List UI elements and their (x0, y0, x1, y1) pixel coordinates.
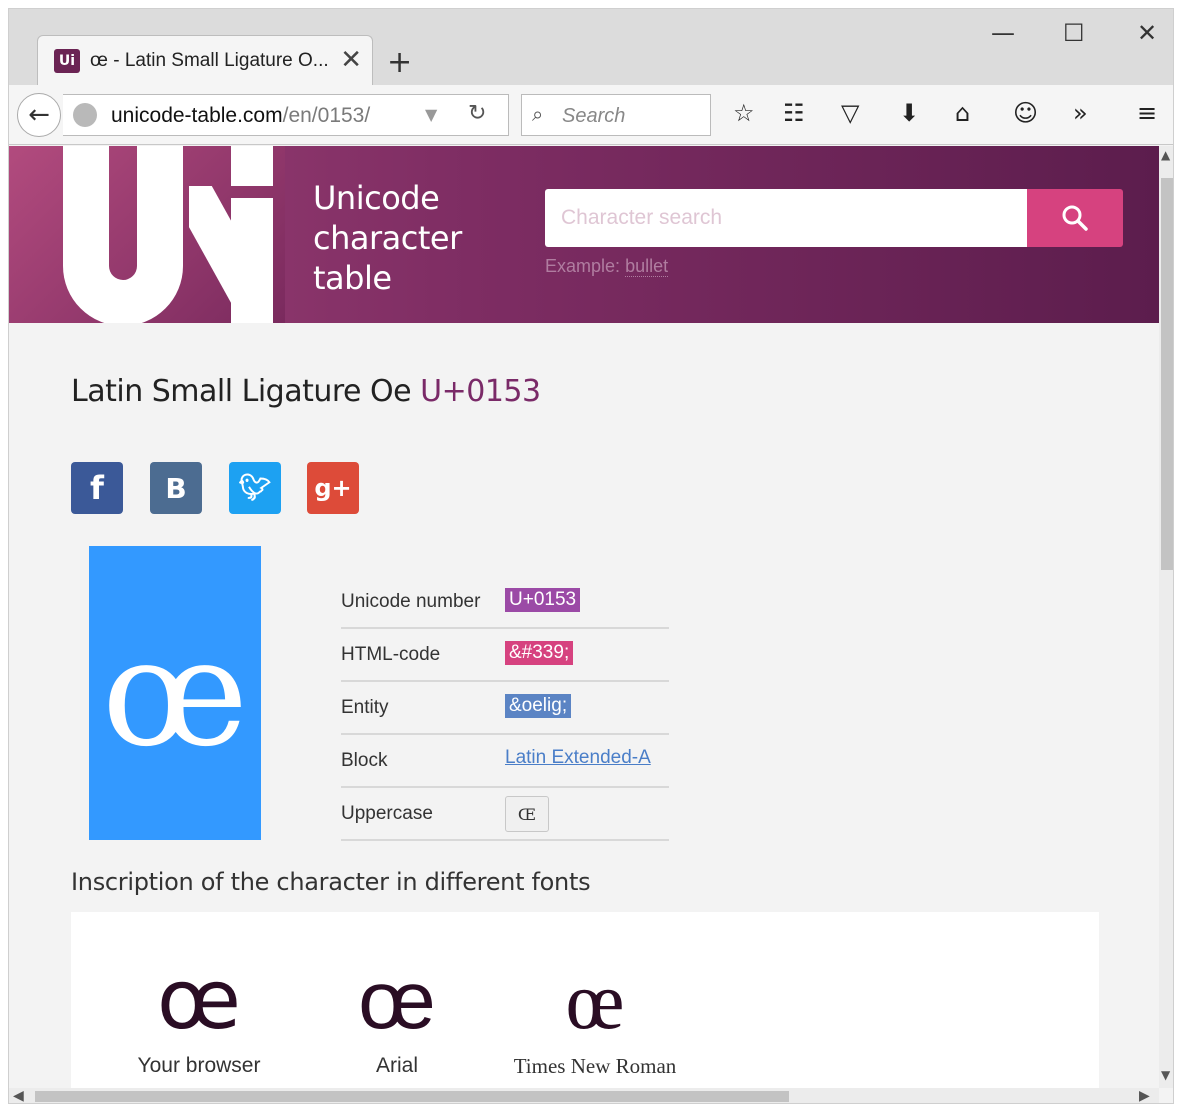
url-host: unicode-table.com (111, 104, 283, 127)
tab-strip: Ui œ - Latin Small Ligature O... ✕ + — ☐… (9, 9, 1173, 87)
scroll-down-icon[interactable]: ▼ (1161, 1068, 1170, 1082)
character-properties-table: Unicode number U+0153 HTML-code &#339; E… (341, 576, 669, 841)
site-header: Unicode character table Example: bullet (9, 146, 1159, 323)
html-code-value[interactable]: &#339; (505, 641, 574, 665)
character-code: U+0153 (420, 374, 541, 409)
example-link[interactable]: bullet (625, 256, 669, 277)
tab-title: œ - Latin Small Ligature O... (90, 50, 329, 71)
chat-icon[interactable]: ☺ (1013, 99, 1038, 127)
logo-u-shape (63, 146, 183, 323)
font-sample: œ Times New Roman (505, 958, 685, 1079)
fonts-panel: œ Your browser œ Arial œ Times New Roman (71, 912, 1099, 1088)
font-name: Times New Roman (513, 1054, 677, 1078)
browser-search-placeholder: Search (562, 105, 626, 127)
overflow-icon[interactable]: » (1073, 99, 1088, 127)
character-glyph: œ (101, 607, 249, 779)
url-dropdown-icon[interactable]: ▼ (425, 105, 437, 124)
character-preview: œ (89, 546, 261, 840)
font-glyph: œ (358, 955, 436, 1046)
site-logo[interactable] (9, 146, 285, 323)
download-icon[interactable]: ⬇ (899, 99, 919, 127)
unicode-number-value[interactable]: U+0153 (505, 588, 581, 612)
star-icon[interactable]: ☆ (733, 99, 755, 127)
active-tab[interactable]: Ui œ - Latin Small Ligature O... ✕ (37, 35, 373, 87)
close-tab-icon[interactable]: ✕ (340, 46, 362, 74)
browser-window: Ui œ - Latin Small Ligature O... ✕ + — ☐… (8, 8, 1174, 1104)
property-row: Unicode number U+0153 (341, 576, 669, 629)
pocket-icon[interactable]: ▽ (841, 99, 859, 127)
horizontal-scroll-thumb[interactable] (35, 1091, 789, 1102)
back-button[interactable]: ← (17, 93, 61, 137)
navigation-bar: ← unicode-table.com/en/0153/ ▼ ↻ ⌕ Searc… (9, 85, 1173, 145)
font-sample: œ Your browser (109, 958, 289, 1078)
font-glyph: œ (565, 955, 625, 1046)
maximize-icon[interactable]: ☐ (1063, 19, 1085, 47)
character-search-button[interactable] (1027, 189, 1123, 247)
logo-i-stem (231, 198, 273, 323)
magnifier-icon (1062, 205, 1088, 231)
character-name: Latin Small Ligature Oe (71, 374, 412, 409)
example-prefix: Example: (545, 256, 621, 276)
property-row: Uppercase Œ (341, 788, 669, 841)
arrow-left-icon: ← (28, 100, 50, 130)
url-text[interactable]: unicode-table.com/en/0153/ (111, 104, 370, 128)
vk-icon[interactable]: B (150, 462, 202, 514)
page-title: Latin Small Ligature Oe U+0153 (71, 374, 541, 409)
site-favicon-icon: Ui (54, 49, 80, 73)
property-label: Uppercase (341, 803, 433, 824)
home-icon[interactable]: ⌂ (955, 99, 970, 127)
brand-title[interactable]: Unicode character table (313, 178, 462, 298)
fonts-heading: Inscription of the character in differen… (71, 868, 591, 896)
vertical-scroll-thumb[interactable] (1161, 178, 1173, 570)
twitter-icon[interactable]: 🐦︎ (229, 462, 281, 514)
font-glyph: œ (157, 953, 241, 1048)
facebook-icon[interactable]: f (71, 462, 123, 514)
character-search-input[interactable] (545, 189, 1027, 247)
globe-icon (73, 103, 97, 127)
block-link[interactable]: Latin Extended-A (505, 747, 651, 769)
google-plus-icon[interactable]: g+ (307, 462, 359, 514)
character-search-box (545, 189, 1027, 247)
url-bar[interactable]: unicode-table.com/en/0153/ ▼ ↻ (63, 94, 509, 136)
font-name: Arial (375, 1054, 418, 1077)
minimize-icon[interactable]: — (991, 19, 1015, 47)
page-viewport: Unicode character table Example: bullet … (9, 146, 1159, 1088)
reading-list-icon[interactable]: ☷ (783, 99, 805, 127)
property-label: Entity (341, 697, 389, 718)
font-sample: œ Arial (307, 958, 487, 1078)
new-tab-icon[interactable]: + (387, 45, 412, 80)
property-row: Block Latin Extended-A (341, 735, 669, 788)
scroll-left-icon[interactable]: ◀ (13, 1088, 24, 1103)
property-label: HTML-code (341, 644, 441, 665)
property-row: HTML-code &#339; (341, 629, 669, 682)
search-example: Example: bullet (545, 256, 669, 277)
vertical-scrollbar[interactable]: ▲ ▼ (1159, 146, 1173, 1088)
brand-line: table (313, 259, 392, 297)
brand-line: character (313, 219, 462, 257)
horizontal-scrollbar[interactable]: ◀ ▶ (9, 1088, 1159, 1103)
reload-icon[interactable]: ↻ (468, 101, 486, 126)
font-name: Your browser (137, 1054, 261, 1077)
property-label: Block (341, 750, 388, 771)
scroll-up-icon[interactable]: ▲ (1161, 148, 1170, 162)
property-label: Unicode number (341, 591, 481, 612)
browser-search-bar[interactable]: ⌕ Search (521, 94, 711, 136)
url-path: /en/0153/ (282, 104, 371, 127)
logo-i-dot (231, 146, 273, 186)
property-row: Entity &oelig; (341, 682, 669, 735)
uppercase-button[interactable]: Œ (505, 796, 549, 832)
search-engine-icon[interactable]: ⌕ (532, 102, 543, 126)
close-window-icon[interactable]: ✕ (1137, 19, 1157, 47)
entity-value[interactable]: &oelig; (505, 694, 572, 718)
brand-line: Unicode (313, 179, 440, 217)
scroll-right-icon[interactable]: ▶ (1139, 1088, 1150, 1103)
menu-icon[interactable]: ≡ (1137, 99, 1157, 127)
